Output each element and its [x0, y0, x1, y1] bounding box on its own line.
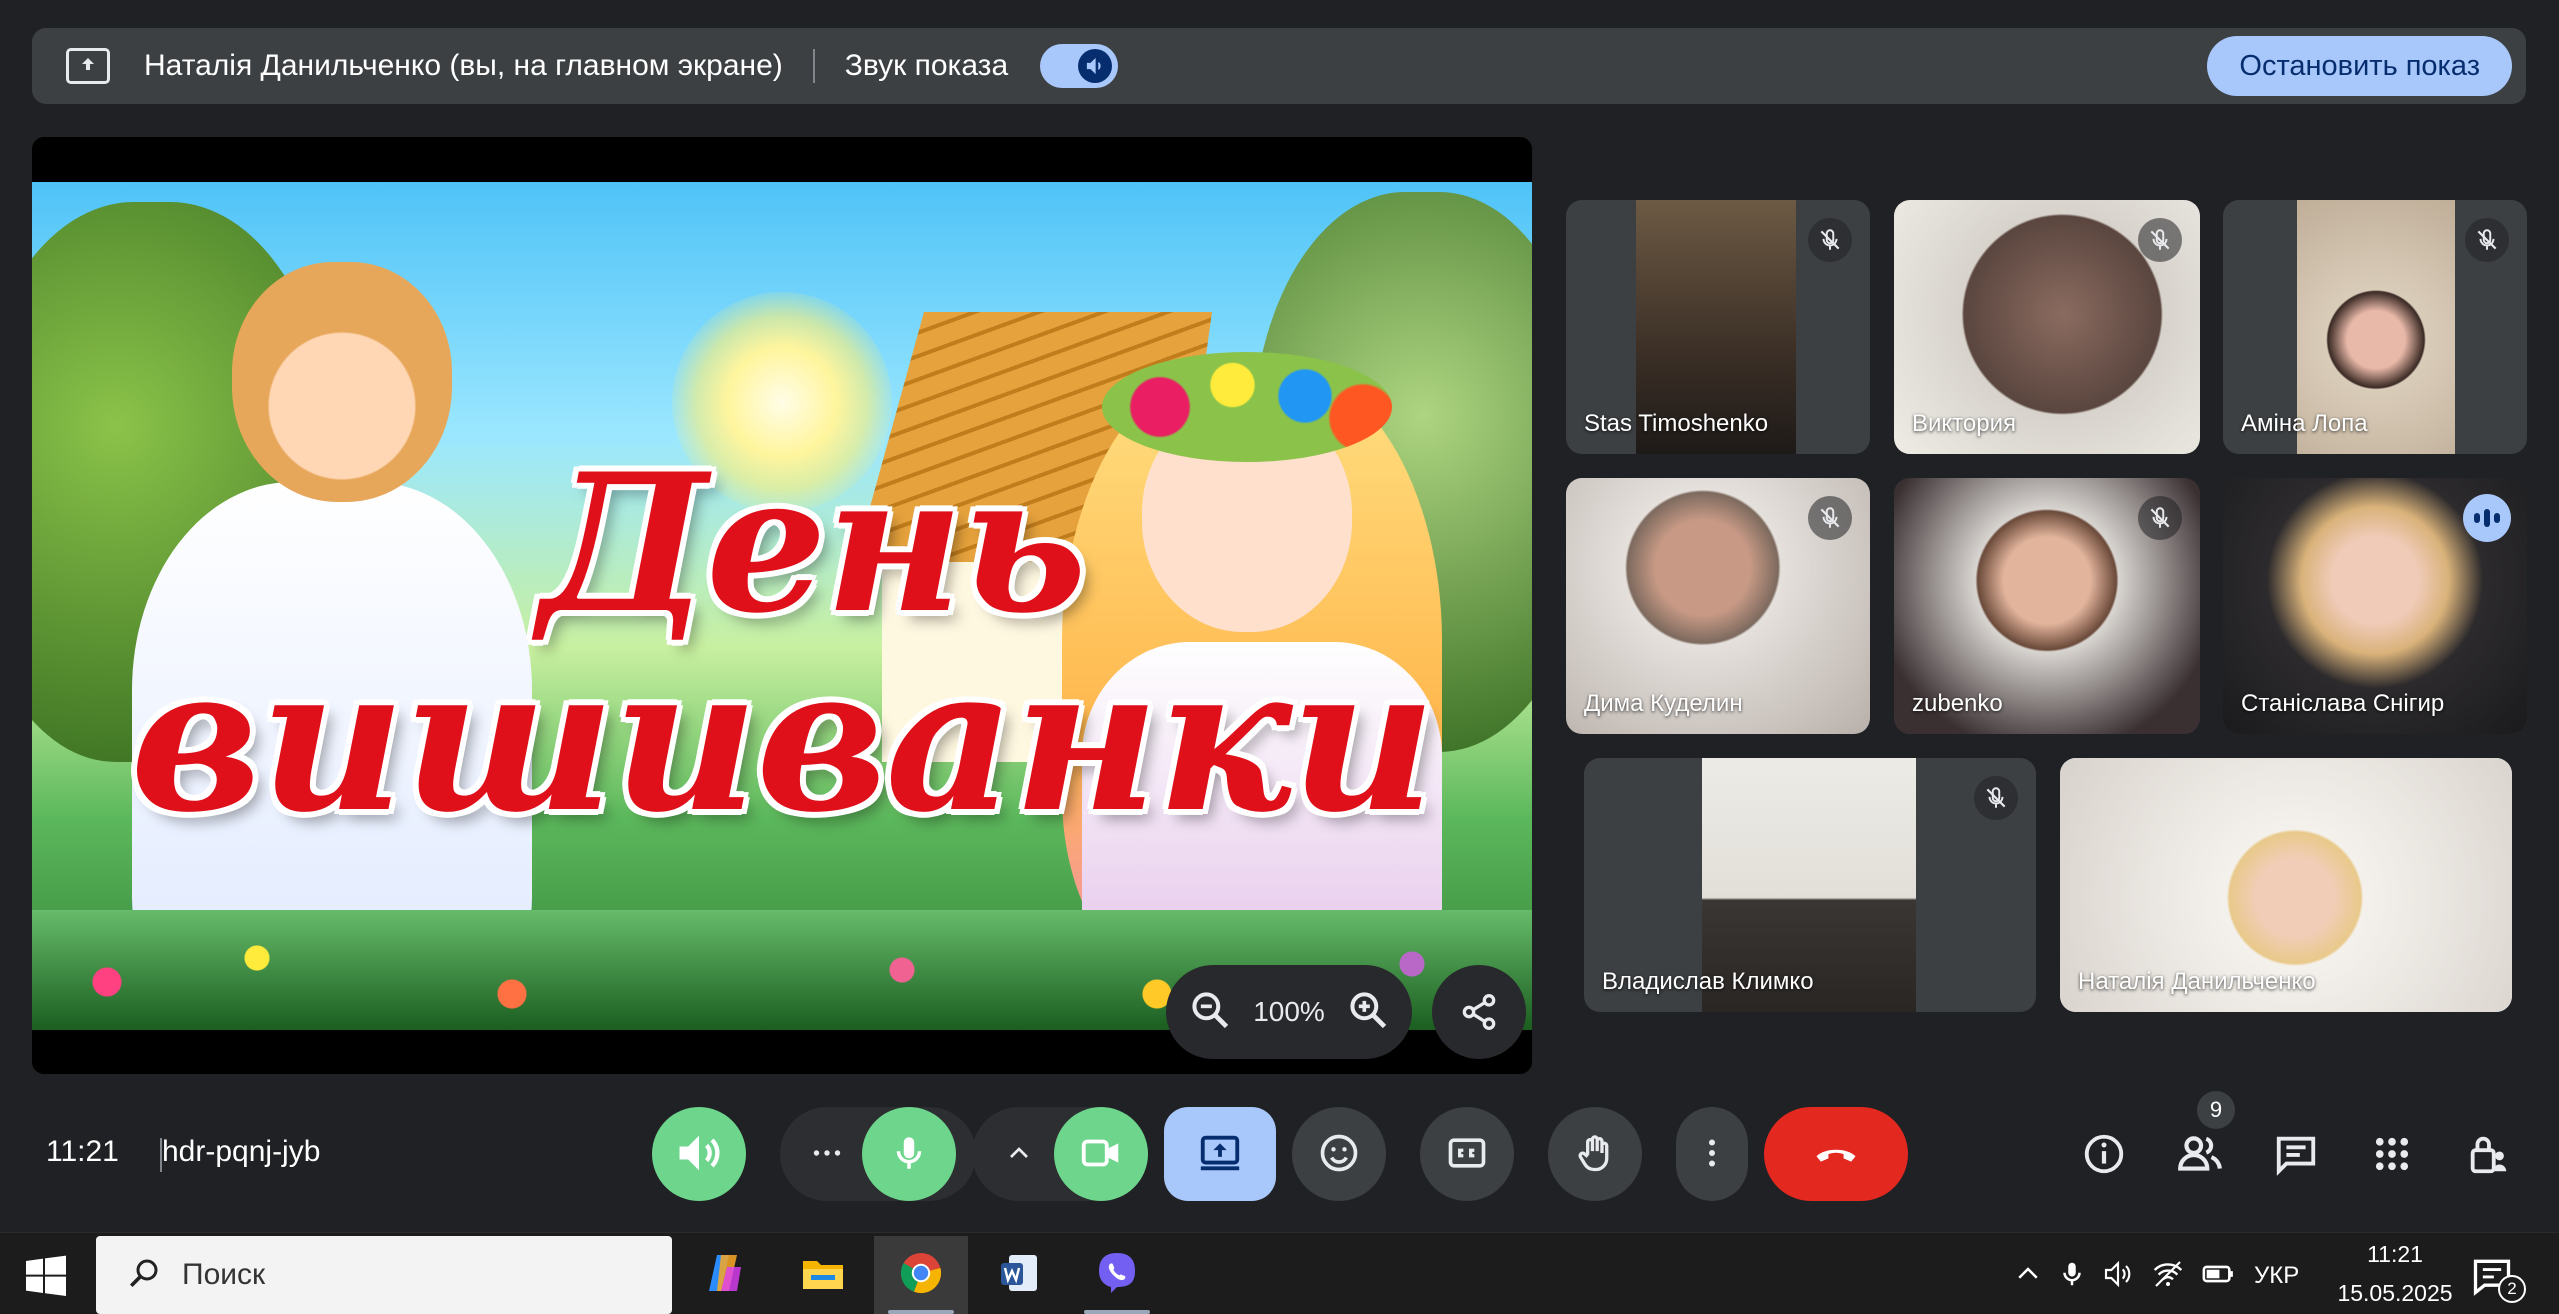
clock-time[interactable]: 11:21	[2340, 1241, 2450, 1268]
zoom-in-icon[interactable]	[1346, 988, 1390, 1037]
participant-name: Владислав Климко	[1602, 968, 1814, 995]
chrome-icon	[897, 1249, 945, 1302]
participant-name: Наталія Данильченко	[2078, 968, 2316, 995]
presenter-label: Наталія Данильченко (вы, на главном экра…	[144, 49, 783, 82]
more-options-button[interactable]	[1676, 1107, 1748, 1201]
leave-call-button[interactable]	[1764, 1107, 1908, 1201]
slide-title-line-2: вишиванки	[130, 622, 1435, 857]
participant-tile[interactable]: Станіслава Снігир	[2223, 478, 2527, 734]
chrome-app[interactable]	[874, 1236, 968, 1314]
video-options-button[interactable]	[972, 1107, 1066, 1201]
word-app[interactable]	[972, 1236, 1066, 1314]
folder-icon	[799, 1249, 847, 1302]
meeting-time: 11:21	[46, 1135, 119, 1168]
present-screen-icon	[66, 48, 110, 84]
banner-divider	[812, 49, 815, 83]
people-icon[interactable]	[2168, 1122, 2232, 1186]
zoom-control: 100%	[1166, 965, 1412, 1059]
meeting-code: hdr-pqnj-jyb	[162, 1135, 321, 1168]
hand-icon	[1573, 1131, 1617, 1178]
presentation-slide: День вишиванки	[32, 182, 1532, 1030]
windows-start-icon[interactable]	[22, 1252, 70, 1300]
mic-off-icon	[1974, 776, 2018, 820]
presentation-view: День вишиванки	[32, 137, 1532, 1074]
file-explorer-app[interactable]	[776, 1236, 870, 1314]
tray-microphone-icon[interactable]	[2052, 1254, 2092, 1294]
copilot-app[interactable]	[678, 1236, 772, 1314]
input-language[interactable]: УКР	[2254, 1262, 2299, 1290]
more-horizontal-icon	[809, 1135, 845, 1174]
tray-volume-icon[interactable]	[2098, 1254, 2138, 1294]
mic-off-icon	[2465, 218, 2509, 262]
end-call-icon	[1810, 1127, 1862, 1182]
share-sound-toggle[interactable]	[1040, 44, 1119, 88]
people-count-badge: 9	[2197, 1091, 2235, 1129]
zoom-level: 100%	[1253, 996, 1325, 1027]
present-screen-icon	[1197, 1130, 1243, 1179]
audio-options-button[interactable]	[780, 1107, 874, 1201]
microphone-button[interactable]	[862, 1107, 956, 1201]
captions-button[interactable]	[1420, 1107, 1514, 1201]
camera-icon	[1078, 1130, 1124, 1179]
more-vertical-icon	[1694, 1135, 1730, 1174]
share-sound-label: Звук показа	[844, 49, 1009, 82]
mic-off-icon	[2138, 496, 2182, 540]
microphone-icon	[888, 1132, 930, 1177]
activities-icon[interactable]	[2360, 1122, 2424, 1186]
meeting-details-icon[interactable]	[2072, 1122, 2136, 1186]
chevron-up-icon[interactable]	[2008, 1254, 2048, 1294]
host-controls-icon[interactable]	[2456, 1122, 2520, 1186]
speaking-indicator-icon	[2463, 494, 2511, 542]
mic-off-icon	[2138, 218, 2182, 262]
mic-off-icon	[1808, 496, 1852, 540]
participant-tile[interactable]: Дима Куделин	[1566, 478, 1870, 734]
volume-icon	[1078, 49, 1113, 83]
viber-app[interactable]	[1070, 1236, 1164, 1314]
camera-button[interactable]	[1054, 1107, 1148, 1201]
copilot-icon	[701, 1249, 749, 1302]
chat-icon[interactable]	[2264, 1122, 2328, 1186]
speaker-icon	[673, 1127, 725, 1182]
clock-date[interactable]: 15.05.2025	[2320, 1280, 2470, 1307]
emoji-icon	[1317, 1131, 1361, 1178]
tray-battery-icon[interactable]	[2198, 1254, 2238, 1294]
participant-name: zubenko	[1912, 690, 2003, 717]
participant-tile[interactable]: Аміна Лопа	[2223, 200, 2527, 454]
participant-tile[interactable]: Stas Timoshenko	[1566, 200, 1870, 454]
notification-count-badge: 2	[2498, 1275, 2526, 1303]
stop-sharing-button[interactable]: Остановить показ	[2207, 36, 2512, 96]
chevron-up-icon	[1003, 1137, 1035, 1172]
screen-share-banner: Наталія Данильченко (вы, на главном экра…	[32, 28, 2526, 104]
zoom-out-icon[interactable]	[1188, 988, 1232, 1037]
participant-name: Аміна Лопа	[2241, 410, 2368, 437]
participant-name: Станіслава Снігир	[2241, 690, 2445, 717]
viber-icon	[1093, 1249, 1141, 1302]
taskbar-search[interactable]: Поиск	[96, 1236, 672, 1314]
participant-tile[interactable]: zubenko	[1894, 478, 2200, 734]
closed-captions-icon	[1445, 1131, 1489, 1178]
share-icon[interactable]	[1432, 965, 1526, 1059]
speaker-button[interactable]	[652, 1107, 746, 1201]
raise-hand-button[interactable]	[1548, 1107, 1642, 1201]
participant-name: Виктория	[1912, 410, 2017, 437]
participant-tile[interactable]: Владислав Климко	[1584, 758, 2036, 1012]
tray-network-icon[interactable]	[2148, 1254, 2188, 1294]
search-icon	[126, 1255, 162, 1296]
participant-tile-self[interactable]: Наталія Данильченко	[2060, 758, 2512, 1012]
reactions-button[interactable]	[1292, 1107, 1386, 1201]
participant-tile[interactable]: Виктория	[1894, 200, 2200, 454]
mic-off-icon	[1808, 218, 1852, 262]
participant-name: Stas Timoshenko	[1584, 410, 1769, 437]
word-icon	[995, 1249, 1043, 1302]
participant-name: Дима Куделин	[1584, 690, 1743, 717]
present-now-button[interactable]	[1164, 1107, 1276, 1201]
search-placeholder: Поиск	[182, 1258, 266, 1291]
